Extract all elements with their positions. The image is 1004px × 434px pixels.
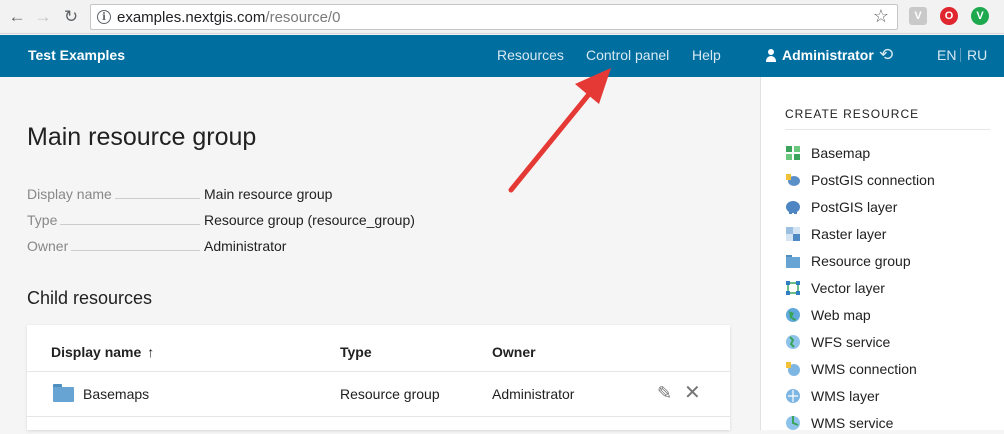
opera-extension-icon[interactable]: O [940, 7, 958, 25]
prop-label: Owner [27, 238, 72, 254]
browser-toolbar: ← → ↻ i examples.nextgis.com/resource/0 … [0, 0, 1004, 34]
sidebar-item-label: Raster layer [811, 226, 887, 242]
prop-label: Type [27, 212, 61, 228]
user-name: Administrator [782, 47, 874, 63]
nav-resources[interactable]: Resources [497, 47, 564, 63]
sidebar-title: CREATE RESOURCE [785, 107, 920, 121]
sidebar-divider [785, 129, 990, 130]
url-path: /resource/0 [265, 9, 341, 26]
reload-button[interactable]: ↻ [60, 6, 82, 28]
postgis-connection-icon [786, 174, 800, 186]
wms-connection-icon [786, 362, 800, 376]
main-content: Main resource group Display name Main re… [0, 77, 760, 430]
url-text[interactable]: examples.nextgis.com/resource/0 [117, 9, 340, 26]
prop-type: Type Resource group (resource_group) [27, 212, 427, 232]
sidebar-item-label: PostGIS connection [811, 172, 935, 188]
shield-extension-icon[interactable]: V [909, 7, 927, 25]
row-display-name[interactable]: Basemaps [83, 386, 149, 402]
sort-ascending-icon: ↑ [147, 344, 155, 360]
sidebar-item-label: Vector layer [811, 280, 885, 296]
prop-label-text: Display name [27, 186, 115, 202]
prop-value[interactable]: Administrator [204, 238, 286, 254]
column-header-display-name[interactable]: Display name ↑ [51, 344, 154, 360]
sidebar-item-label: Basemap [811, 145, 871, 161]
vector-layer-icon [786, 281, 800, 295]
wms-service-icon [786, 416, 800, 430]
column-header-type[interactable]: Type [340, 344, 372, 360]
folder-icon [53, 384, 74, 402]
prop-owner: Owner Administrator [27, 238, 427, 258]
basemap-icon [786, 146, 800, 160]
prop-display-name: Display name Main resource group [27, 186, 427, 206]
sidebar-item-label: Resource group [811, 253, 911, 269]
column-header-owner[interactable]: Owner [492, 344, 536, 360]
brand-title[interactable]: Test Examples [28, 47, 125, 63]
nav-control-panel[interactable]: Control panel [586, 47, 669, 63]
info-icon[interactable]: i [97, 10, 111, 24]
column-header-label: Display name [51, 344, 142, 360]
wfs-service-icon [786, 335, 800, 349]
sidebar-item-label: PostGIS layer [811, 199, 898, 215]
sidebar-item-label: WMS layer [811, 388, 880, 404]
child-resources-table: Display name ↑ Type Owner Basemaps Resour… [27, 325, 730, 430]
reload-icon: ↻ [63, 7, 79, 26]
back-arrow-icon: ← [8, 7, 26, 26]
sidebar-item-label: WMS connection [811, 361, 917, 377]
url-host: examples.nextgis.com [117, 9, 266, 26]
logout-icon[interactable]: ⟲ [879, 45, 893, 65]
child-resources-heading: Child resources [27, 288, 153, 308]
web-map-icon [786, 308, 800, 322]
lang-divider [960, 48, 961, 62]
sidebar-item-label: WFS service [811, 334, 891, 350]
vpn-extension-icon[interactable]: V [971, 7, 989, 25]
postgis-layer-icon [786, 201, 800, 214]
prop-label-text: Owner [27, 238, 72, 254]
edit-icon[interactable]: ✎ [657, 383, 672, 404]
raster-layer-icon [786, 227, 800, 241]
lang-ru[interactable]: RU [967, 47, 987, 63]
prop-label-text: Type [27, 212, 61, 228]
user-icon [765, 48, 777, 62]
row-owner: Administrator [492, 386, 575, 402]
table-row[interactable]: Basemaps Resource group Administrator ✎ … [27, 371, 730, 417]
top-navbar: Test Examples Resources Control panel He… [0, 35, 1004, 77]
lang-en[interactable]: EN [937, 47, 956, 63]
sidebar-item-label: Web map [811, 307, 871, 323]
wms-layer-icon [786, 389, 800, 403]
prop-value: Main resource group [204, 186, 333, 202]
back-button[interactable]: ← [6, 6, 28, 28]
prop-value: Resource group (resource_group) [204, 212, 415, 228]
user-menu[interactable]: Administrator [765, 47, 874, 63]
row-type: Resource group [340, 386, 440, 402]
nav-help[interactable]: Help [692, 47, 721, 63]
sidebar-item-label: WMS service [811, 415, 894, 431]
page-title: Main resource group [27, 123, 257, 151]
delete-icon[interactable]: ✕ [684, 380, 701, 405]
address-bar[interactable]: i examples.nextgis.com/resource/0 ☆ [90, 4, 898, 30]
forward-button[interactable]: → [32, 6, 54, 28]
bookmark-star-icon[interactable]: ☆ [873, 6, 889, 27]
resource-group-icon [786, 255, 800, 268]
prop-label: Display name [27, 186, 115, 202]
create-resource-sidebar: CREATE RESOURCE Basemap PostGIS connecti… [760, 77, 1004, 431]
forward-arrow-icon: → [34, 7, 52, 26]
